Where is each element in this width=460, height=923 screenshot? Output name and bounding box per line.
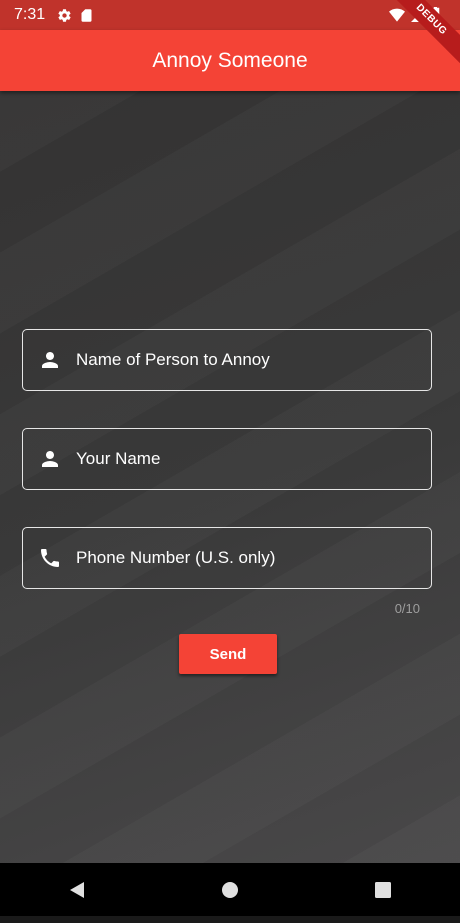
home-button[interactable]	[200, 863, 260, 916]
recents-button[interactable]	[353, 863, 413, 916]
sd-card-icon	[81, 8, 92, 22]
wifi-icon	[389, 8, 405, 22]
status-icons-left	[57, 8, 93, 23]
app-bar: Annoy Someone	[0, 30, 460, 91]
status-time: 7:31	[14, 6, 46, 23]
gear-icon	[58, 8, 71, 22]
send-button[interactable]: Send	[179, 634, 277, 674]
home-icon	[221, 881, 238, 898]
app-title: Annoy Someone	[152, 48, 308, 72]
recents-icon	[375, 881, 392, 898]
phone-icon	[38, 546, 62, 570]
phone-number-field[interactable]: Phone Number (U.S. only)	[22, 527, 432, 589]
phone-character-counter: 0/10	[394, 601, 420, 616]
back-icon	[69, 881, 84, 898]
back-button[interactable]	[47, 863, 107, 916]
person-icon	[38, 447, 62, 471]
person-name-label: Name of Person to Annoy	[76, 350, 270, 369]
bottom-strip	[0, 916, 460, 923]
phone-number-label: Phone Number (U.S. only)	[76, 548, 276, 567]
person-icon	[38, 348, 62, 372]
navigation-bar	[0, 863, 460, 916]
your-name-label: Your Name	[76, 449, 161, 468]
main-content: Name of Person to Annoy Your Name Phone …	[0, 91, 460, 863]
status-bar: 7:31	[0, 0, 460, 30]
person-name-field[interactable]: Name of Person to Annoy	[22, 329, 432, 391]
your-name-field[interactable]: Your Name	[22, 428, 432, 490]
